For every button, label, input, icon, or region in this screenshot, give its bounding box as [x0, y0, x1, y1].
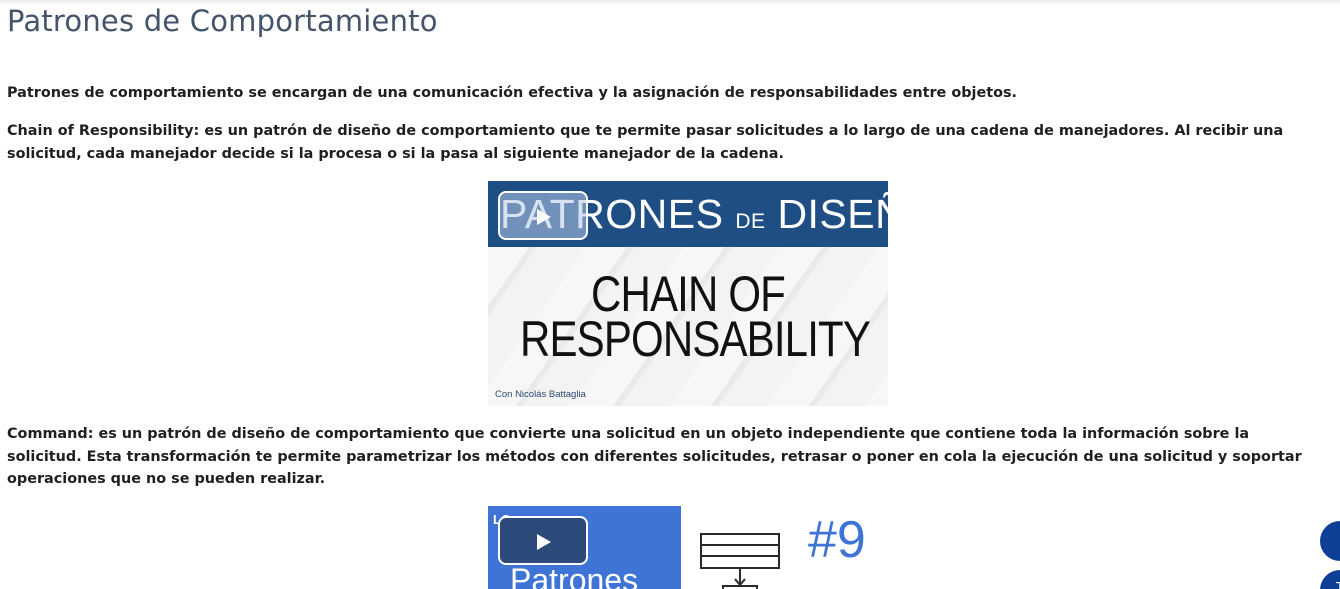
episode-number: #9: [808, 511, 866, 569]
play-icon: [537, 209, 551, 225]
play-button[interactable]: [498, 191, 588, 240]
floating-action-button[interactable]: [1320, 521, 1340, 561]
fab-glyph: T: [1336, 581, 1340, 589]
command-video[interactable]: LC Patrones #9: [488, 506, 888, 589]
play-button[interactable]: [498, 516, 588, 565]
play-icon: [537, 534, 551, 550]
floating-action-button-secondary[interactable]: T: [1320, 570, 1340, 589]
page-title: Patrones de Comportamiento: [7, 4, 438, 38]
diagram-icon: [700, 533, 780, 589]
command-paragraph: Command: es un patrón de diseño de compo…: [7, 426, 1302, 487]
video-title-word: Patrones: [510, 562, 639, 589]
video-title-line-2: RESPONSABILITY: [520, 311, 871, 367]
video-credit: Con Nicolás Battaglia: [495, 389, 586, 400]
intro-paragraph: Patrones de comportamiento se encargan d…: [7, 85, 1018, 101]
chain-of-responsibility-video[interactable]: PATRONES DE DISEÑO CHAIN OF RESPONSABILI…: [488, 181, 888, 406]
chain-paragraph: Chain of Responsibility: es un patrón de…: [7, 123, 1284, 162]
